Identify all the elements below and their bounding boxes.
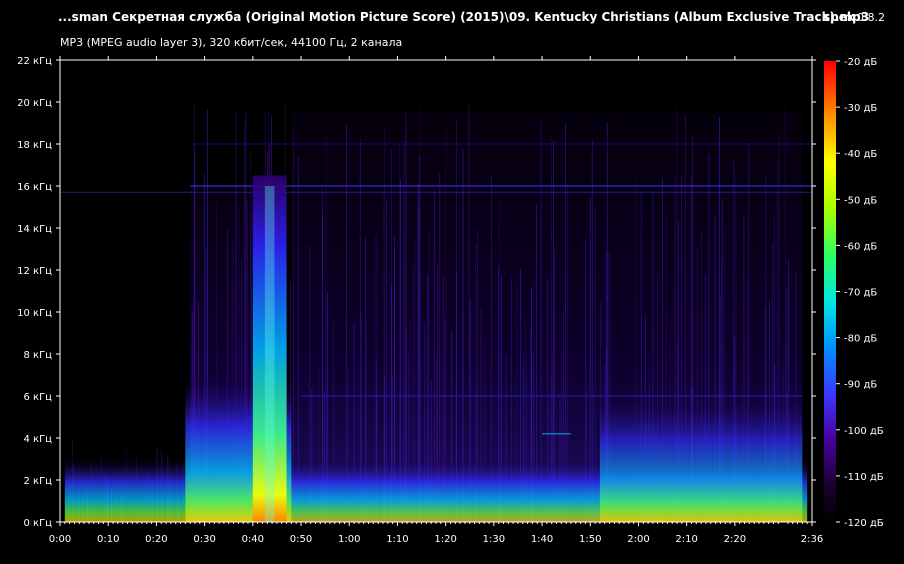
y-tick-label: 22 кГц <box>17 56 52 67</box>
x-tick-label: 1:30 <box>483 534 505 545</box>
x-tick-label: 1:10 <box>386 534 408 545</box>
db-tick-label: -120 дБ <box>844 518 884 529</box>
y-tick-label: 16 кГц <box>17 182 52 193</box>
y-tick-label: 18 кГц <box>17 140 52 151</box>
spectrogram-chart: 0 кГц 2 кГц 4 кГц 6 кГц 8 кГц 10 кГц 12 кГц 14 … <box>17 56 884 545</box>
x-tick-label: 0:10 <box>97 534 119 545</box>
y-tick-label: 8 кГц <box>24 350 53 361</box>
spectrogram-texture <box>60 102 812 522</box>
color-scale-axis: -20 дБ -30 дБ -40 дБ -50 дБ -60 дБ -70 дБ -80 … <box>836 57 884 529</box>
db-tick-label: -90 дБ <box>844 380 877 391</box>
y-tick-label: 0 кГц <box>24 518 53 529</box>
db-tick-label: -80 дБ <box>844 334 877 345</box>
y-tick-label: 6 кГц <box>24 392 53 403</box>
color-scale-bar <box>824 61 836 522</box>
db-tick-label: -20 дБ <box>844 57 877 68</box>
db-tick-label: -60 дБ <box>844 241 877 252</box>
y-tick-label: 14 кГц <box>17 224 52 235</box>
db-tick-label: -30 дБ <box>844 103 877 114</box>
x-tick-label: 2:00 <box>627 534 649 545</box>
x-tick-label: 2:20 <box>724 534 746 545</box>
db-tick-label: -100 дБ <box>844 426 884 437</box>
y-tick-label: 4 кГц <box>24 434 53 445</box>
y-tick-label: 2 кГц <box>24 476 53 487</box>
x-tick-label: 0:30 <box>193 534 215 545</box>
x-tick-label: 0:20 <box>145 534 167 545</box>
x-tick-label: 0:00 <box>49 534 71 545</box>
x-tick-label: 2:36 <box>801 534 823 545</box>
x-tick-label: 0:40 <box>242 534 264 545</box>
y-tick-label: 12 кГц <box>17 266 52 277</box>
db-tick-label: -50 дБ <box>844 195 877 206</box>
db-tick-label: -70 дБ <box>844 288 877 299</box>
x-tick-label: 1:40 <box>531 534 553 545</box>
x-tick-label: 1:20 <box>434 534 456 545</box>
db-tick-label: -110 дБ <box>844 472 884 483</box>
y-tick-label: 20 кГц <box>17 98 52 109</box>
energy-burst-core <box>264 186 275 522</box>
y-tick-label: 10 кГц <box>17 308 52 319</box>
x-tick-label: 1:50 <box>579 534 601 545</box>
x-tick-label: 0:50 <box>290 534 312 545</box>
db-tick-label: -40 дБ <box>844 149 877 160</box>
x-tick-label: 2:10 <box>675 534 697 545</box>
low-frequency-band <box>599 396 803 522</box>
x-tick-label: 1:00 <box>338 534 360 545</box>
